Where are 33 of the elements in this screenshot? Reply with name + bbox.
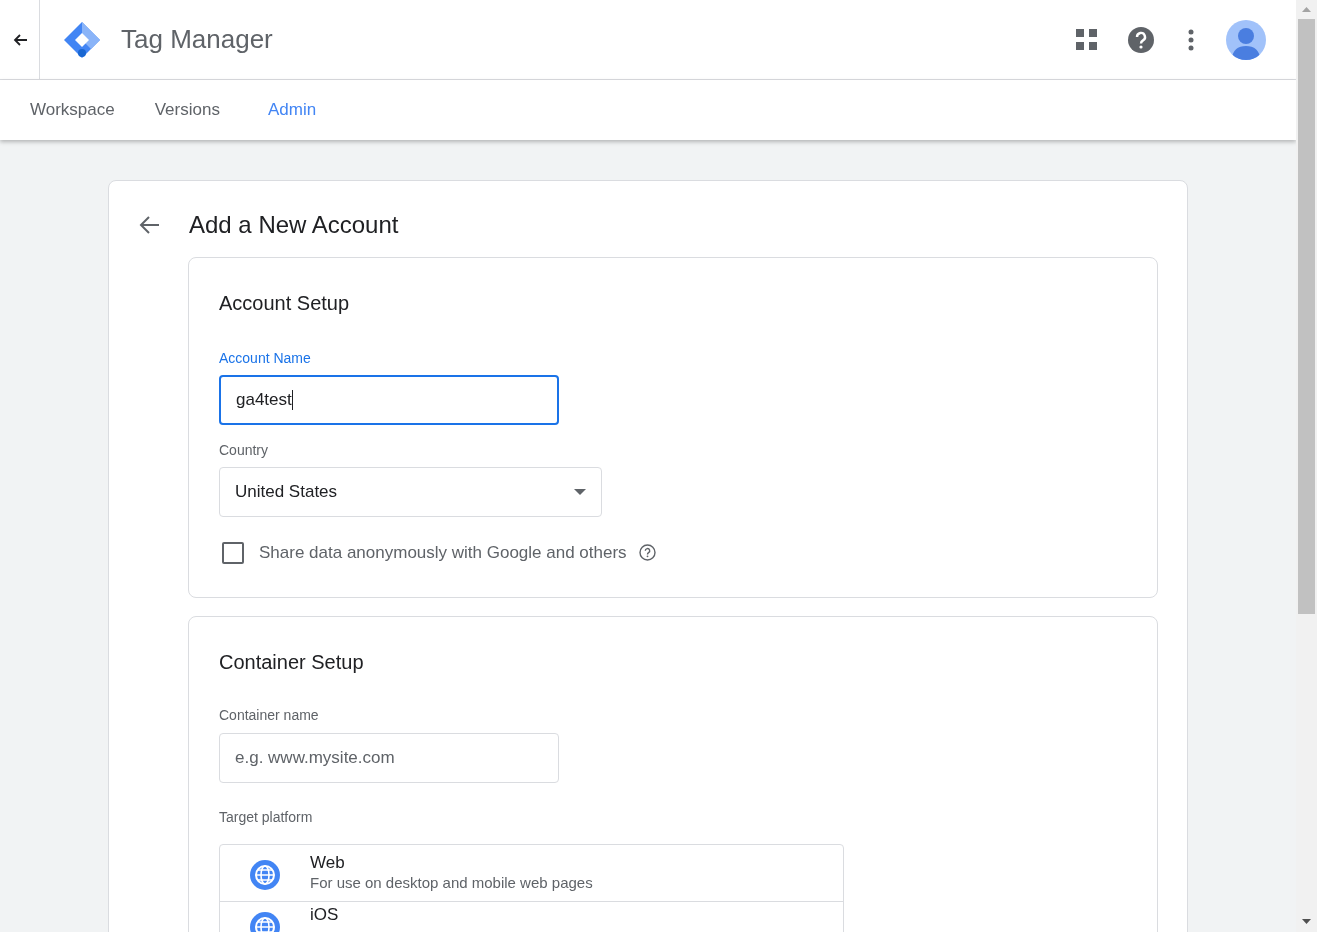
field-label: Container name <box>219 706 320 725</box>
section-heading: Account Setup <box>219 291 351 316</box>
account-avatar[interactable] <box>1226 19 1266 60</box>
nav-tab[interactable]: Admin <box>267 97 317 123</box>
field-label: Account Name <box>219 349 312 368</box>
more-vertical-icon <box>1188 28 1194 51</box>
field-label: Target platform <box>219 808 314 827</box>
apps-grid-icon <box>1075 29 1097 50</box>
section-heading: Container Setup <box>219 650 365 675</box>
help-outline-icon[interactable] <box>638 544 656 562</box>
page-title: Add a New Account <box>189 210 399 240</box>
platform-option[interactable]: iOS <box>220 901 843 932</box>
checkbox[interactable] <box>222 541 244 564</box>
nav-tab[interactable]: Versions <box>154 97 220 123</box>
platform-title: Web <box>310 853 346 873</box>
container-name-field[interactable]: e.g. www.mysite.com <box>219 733 559 783</box>
field-label: Country <box>219 441 270 460</box>
globe-icon <box>249 859 281 891</box>
app-title: Tag Manager <box>121 23 273 56</box>
dropdown-caret-icon <box>574 489 586 495</box>
country-dropdown[interactable]: United States <box>219 467 602 517</box>
platform-option[interactable]: Web For use on desktop and mobile web pages <box>220 845 843 901</box>
scroll-down-icon[interactable] <box>1302 919 1311 924</box>
logo-icon <box>62 19 102 60</box>
account-name-field[interactable]: ga4test <box>219 375 559 425</box>
back-arrow-icon <box>138 215 160 235</box>
help-icon <box>1128 26 1154 53</box>
person-icon <box>1232 25 1260 60</box>
back-arrow-icon <box>11 31 28 48</box>
platform-title: iOS <box>310 905 339 925</box>
platform-description: For use on desktop and mobile web pages <box>310 873 593 893</box>
checkbox-label: Share data anonymously with Google and others <box>259 542 627 564</box>
nav-tab[interactable]: Workspace <box>30 97 115 123</box>
